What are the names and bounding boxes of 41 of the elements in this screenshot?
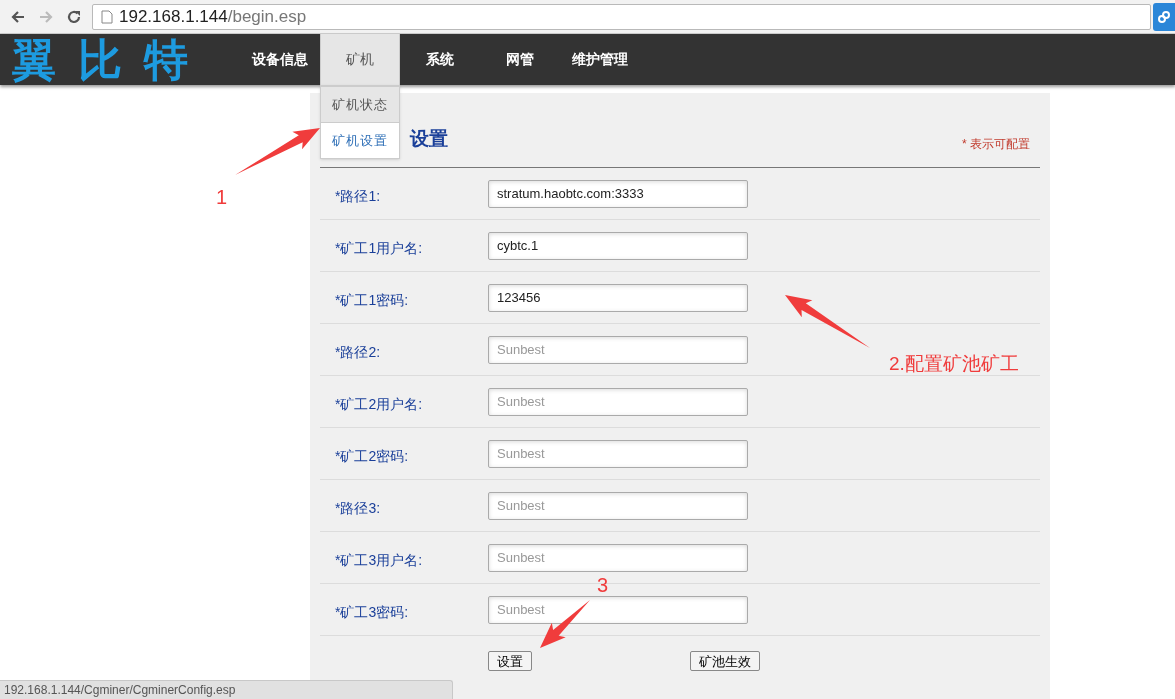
- input-field[interactable]: Sunbest: [488, 335, 748, 364]
- back-icon[interactable]: [10, 8, 26, 25]
- logo: 翼比特: [12, 37, 211, 82]
- field-label: *矿工2密码:: [335, 447, 410, 466]
- field-label: *矿工3密码:: [335, 603, 410, 622]
- link-icon: [1157, 9, 1171, 24]
- field-label: *矿工1密码:: [335, 291, 410, 310]
- config-note: * 表示可配置: [962, 136, 1030, 153]
- nav-tab[interactable]: 系统: [400, 34, 480, 85]
- input-field[interactable]: Sunbest: [488, 491, 748, 520]
- form-title: 设置: [410, 126, 448, 151]
- field-label: *路径3:: [335, 499, 382, 518]
- input-field[interactable]: stratum.haobtc.com:3333: [488, 179, 748, 208]
- field-label: *矿工1用户名:: [335, 239, 424, 258]
- set-button[interactable]: 设置: [488, 651, 532, 671]
- url-text: 192.168.1.144/begin.esp: [119, 5, 307, 28]
- input-field[interactable]: Sunbest: [488, 543, 748, 572]
- page-icon: [101, 9, 113, 24]
- status-bar: 192.168.1.144/Cgminer/CgminerConfig.esp: [0, 680, 453, 699]
- nav-tab[interactable]: 矿机: [320, 34, 400, 85]
- address-bar[interactable]: 192.168.1.144/begin.esp: [92, 3, 1151, 30]
- nav-tab[interactable]: 维护管理: [560, 34, 640, 85]
- input-field[interactable]: cybtc.1: [488, 231, 748, 260]
- nav-tab[interactable]: 设备信息: [240, 34, 320, 85]
- input-field[interactable]: Sunbest: [488, 387, 748, 416]
- nav-tab[interactable]: 网管: [480, 34, 560, 85]
- input-field[interactable]: Sunbest: [488, 439, 748, 468]
- menu-item[interactable]: 矿机状态: [321, 86, 399, 122]
- field-label: *路径2:: [335, 343, 382, 362]
- input-field[interactable]: Sunbest: [488, 595, 748, 624]
- field-label: *路径1:: [335, 187, 382, 206]
- extension-button[interactable]: [1153, 2, 1175, 31]
- annotation-label: 2.配置矿池矿工: [889, 354, 1019, 373]
- field-label: *矿工2用户名:: [335, 395, 424, 414]
- apply-pool-button[interactable]: 矿池生效: [690, 651, 760, 671]
- reload-icon[interactable]: [66, 8, 82, 25]
- annotation-label: 1: [216, 187, 228, 207]
- field-label: *矿工3用户名:: [335, 551, 424, 570]
- annotation-label: 3: [597, 575, 609, 595]
- input-field[interactable]: 123456: [488, 283, 748, 312]
- menu-item[interactable]: 矿机设置: [321, 122, 399, 158]
